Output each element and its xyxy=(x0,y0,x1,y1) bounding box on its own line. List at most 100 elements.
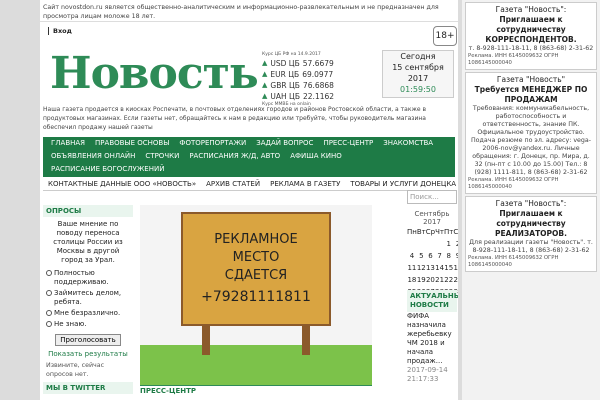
news-stamp: 2017-09-14 21:17:33 xyxy=(407,366,448,383)
calendar-day[interactable]: 12 xyxy=(417,262,426,274)
calendar-weekday: Сб xyxy=(453,228,458,236)
nav-lines[interactable]: СТРОЧКИ xyxy=(140,150,184,163)
nav-schedule[interactable]: РАСПИСАНИЯ Ж/Д, АВТО xyxy=(184,150,285,163)
nav-press[interactable]: ПРЕСС-ЦЕНТР xyxy=(318,137,378,150)
subnav-advertise[interactable]: РЕКЛАМА В ГАЗЕТУ xyxy=(265,180,345,188)
calendar: Сентябрь 2017 ПнВтСрЧтПтСбВс123456789101… xyxy=(407,210,458,298)
rate-value: 22.1162 xyxy=(303,92,335,101)
ad-line2: МЕСТО xyxy=(233,250,280,265)
calendar-day xyxy=(435,238,444,250)
rate-row: ▲ EUR ЦБ 69.0977 xyxy=(262,69,372,80)
login-link[interactable]: Вход xyxy=(48,27,72,35)
calendar-day xyxy=(417,238,426,250)
right-sidebar: Газета "Новость": Приглашаем к сотруднич… xyxy=(462,0,600,400)
ad-line1: РЕКЛАМНОЕ xyxy=(214,232,297,247)
calendar-day[interactable]: 4 xyxy=(407,250,417,262)
login-area: Вход xyxy=(40,22,458,42)
sidebar-ad[interactable]: Газета "Новость": Приглашаем к сотруднич… xyxy=(465,196,597,272)
poll-title: ОПРОСЫ xyxy=(43,205,133,217)
nav-ads[interactable]: ОБЪЯВЛЕНИЯ ОНЛАЙН xyxy=(46,150,140,163)
ad-phone: +79281111811 xyxy=(201,289,311,305)
show-results-link[interactable]: Показать результаты xyxy=(43,350,133,358)
up-arrow-icon: ▲ xyxy=(262,70,268,78)
calendar-day[interactable]: 9 xyxy=(453,250,458,262)
calendar-day[interactable]: 6 xyxy=(426,250,435,262)
rate-code: USD ЦБ xyxy=(270,59,300,68)
rate-value: 76.6868 xyxy=(302,81,334,90)
radio-icon[interactable] xyxy=(46,290,52,296)
poll-option[interactable]: Займитесь делом, ребята. xyxy=(43,288,133,308)
sidebar-ad-rk: Реклама. ИНН 6145009632 ОГРН 10861450000… xyxy=(468,177,559,190)
up-arrow-icon: ▲ xyxy=(262,92,268,100)
subnav-archive[interactable]: АРХИВ СТАТЕЙ xyxy=(201,180,265,188)
site-description: Наша газета продается в киосках Роспечат… xyxy=(43,106,426,131)
rate-value: 69.0977 xyxy=(302,70,334,79)
subnav-contacts[interactable]: КОНТАКТНЫЕ ДАННЫЕ ООО «НОВОСТЬ» xyxy=(43,180,201,188)
main-nav: ГЛАВНАЯ ПРАВОВЫЕ ОСНОВЫ ФОТОРЕПОРТАЖИ ЗА… xyxy=(43,137,455,186)
calendar-day[interactable]: 23 xyxy=(453,274,458,286)
calendar-weekday: Чт xyxy=(435,228,445,236)
calendar-day[interactable]: 14 xyxy=(435,262,444,274)
calendar-day[interactable]: 11 xyxy=(407,262,417,274)
calendar-weekday: Пн xyxy=(407,228,417,236)
up-arrow-icon: ▲ xyxy=(262,81,268,89)
calendar-day[interactable]: 13 xyxy=(426,262,435,274)
nav-dating[interactable]: ЗНАКОМСТВА xyxy=(378,137,438,150)
calendar-day xyxy=(407,238,417,250)
sidebar-ad-head: Газета "Новость": xyxy=(495,199,567,208)
poll-question: Ваше мнение по поводу переноса столицы Р… xyxy=(53,220,123,264)
calendar-day[interactable]: 19 xyxy=(417,274,426,286)
poll-option[interactable]: Не знаю. xyxy=(43,319,133,330)
radio-icon[interactable] xyxy=(46,270,52,276)
calendar-day[interactable]: 22 xyxy=(444,274,453,286)
calendar-day xyxy=(426,238,435,250)
sidebar-ad-bold: Приглашаем к сотрудничеству РЕАЛИЗАТОРОВ… xyxy=(495,209,567,238)
sidebar-ad-bold: Приглашаем к сотрудничеству КОРРЕСПОНДЕН… xyxy=(485,15,577,44)
nav-services[interactable]: РАСПИСАНИЕ БОГОСЛУЖЕНИЙ xyxy=(46,163,169,176)
press-center-title[interactable]: ПРЕСС-ЦЕНТР xyxy=(140,385,372,395)
ad-banner[interactable]: РЕКЛАМНОЕ МЕСТО СДАЕТСЯ +79281111811 xyxy=(140,205,372,385)
calendar-day[interactable]: 20 xyxy=(426,274,435,286)
nav-legal[interactable]: ПРАВОВЫЕ ОСНОВЫ xyxy=(90,137,174,150)
poll-panel: ОПРОСЫ Ваше мнение по поводу переноса ст… xyxy=(43,205,133,394)
calendar-day[interactable]: 8 xyxy=(444,250,453,262)
page: Сайт novostdon.ru является общественно-а… xyxy=(0,0,600,400)
search-input[interactable]: Поиск... xyxy=(407,190,457,204)
sidebar-ad-head: Газета "Новость": xyxy=(495,5,567,14)
calendar-grid: ПнВтСрЧтПтСбВс12345678910111213141516171… xyxy=(407,226,458,298)
time-value: 01:59:50 xyxy=(400,85,436,94)
calendar-day[interactable]: 5 xyxy=(417,250,426,262)
rate-code: EUR ЦБ xyxy=(270,70,300,79)
calendar-day[interactable]: 16 xyxy=(453,262,458,274)
sidebar-ad[interactable]: Газета "Новость": Приглашаем к сотруднич… xyxy=(465,2,597,70)
sidebar-ad-rk: Реклама. ИНН 6145009632 ОГРН 10861450000… xyxy=(468,255,559,268)
twitter-title: МЫ В TWITTER xyxy=(43,382,133,394)
nav-photo[interactable]: ФОТОРЕПОРТАЖИ xyxy=(174,137,251,150)
calendar-day[interactable]: 2 xyxy=(453,238,458,250)
sub-nav: КОНТАКТНЫЕ ДАННЫЕ ООО «НОВОСТЬ» АРХИВ СТ… xyxy=(43,177,458,191)
ad-line3: СДАЕТСЯ xyxy=(225,268,287,283)
subnav-goods[interactable]: ТОВАРЫ И УСЛУГИ ДОНЕЦКА xyxy=(345,180,458,188)
poll-option[interactable]: Мне безразлично. xyxy=(43,308,133,319)
poll-option-label: Не знаю. xyxy=(54,320,87,328)
calendar-day[interactable]: 7 xyxy=(435,250,444,262)
calendar-day[interactable]: 18 xyxy=(407,274,417,286)
nav-cinema[interactable]: АФИША КИНО xyxy=(285,150,347,163)
site-logo[interactable]: Новость xyxy=(50,52,259,96)
news-item[interactable]: ФИФА назначила жеребьевку ЧМ 2018 и нача… xyxy=(407,312,457,366)
poll-option-label: Полностью поддерживаю. xyxy=(54,269,109,286)
calendar-day[interactable]: 21 xyxy=(435,274,444,286)
calendar-day[interactable]: 15 xyxy=(444,262,453,274)
nav-ask[interactable]: ЗАДАЙ ВОПРОС xyxy=(251,137,318,150)
sidebar-ad-head: Газета "Новость" xyxy=(496,75,566,84)
radio-icon[interactable] xyxy=(46,321,52,327)
poll-option[interactable]: Полностью поддерживаю. xyxy=(43,268,133,288)
poll-option-label: Мне безразлично. xyxy=(54,309,121,317)
calendar-weekday: Пт xyxy=(444,228,454,236)
sidebar-ad-body: Для реализации газеты "Новость". т. 8-92… xyxy=(469,239,593,254)
nav-home[interactable]: ГЛАВНАЯ xyxy=(46,137,90,150)
calendar-day[interactable]: 1 xyxy=(444,238,453,250)
sidebar-ad[interactable]: Газета "Новость" Требуется МЕНЕДЖЕР ПО П… xyxy=(465,72,597,194)
radio-icon[interactable] xyxy=(46,310,52,316)
vote-button[interactable]: Проголосовать xyxy=(55,334,121,346)
